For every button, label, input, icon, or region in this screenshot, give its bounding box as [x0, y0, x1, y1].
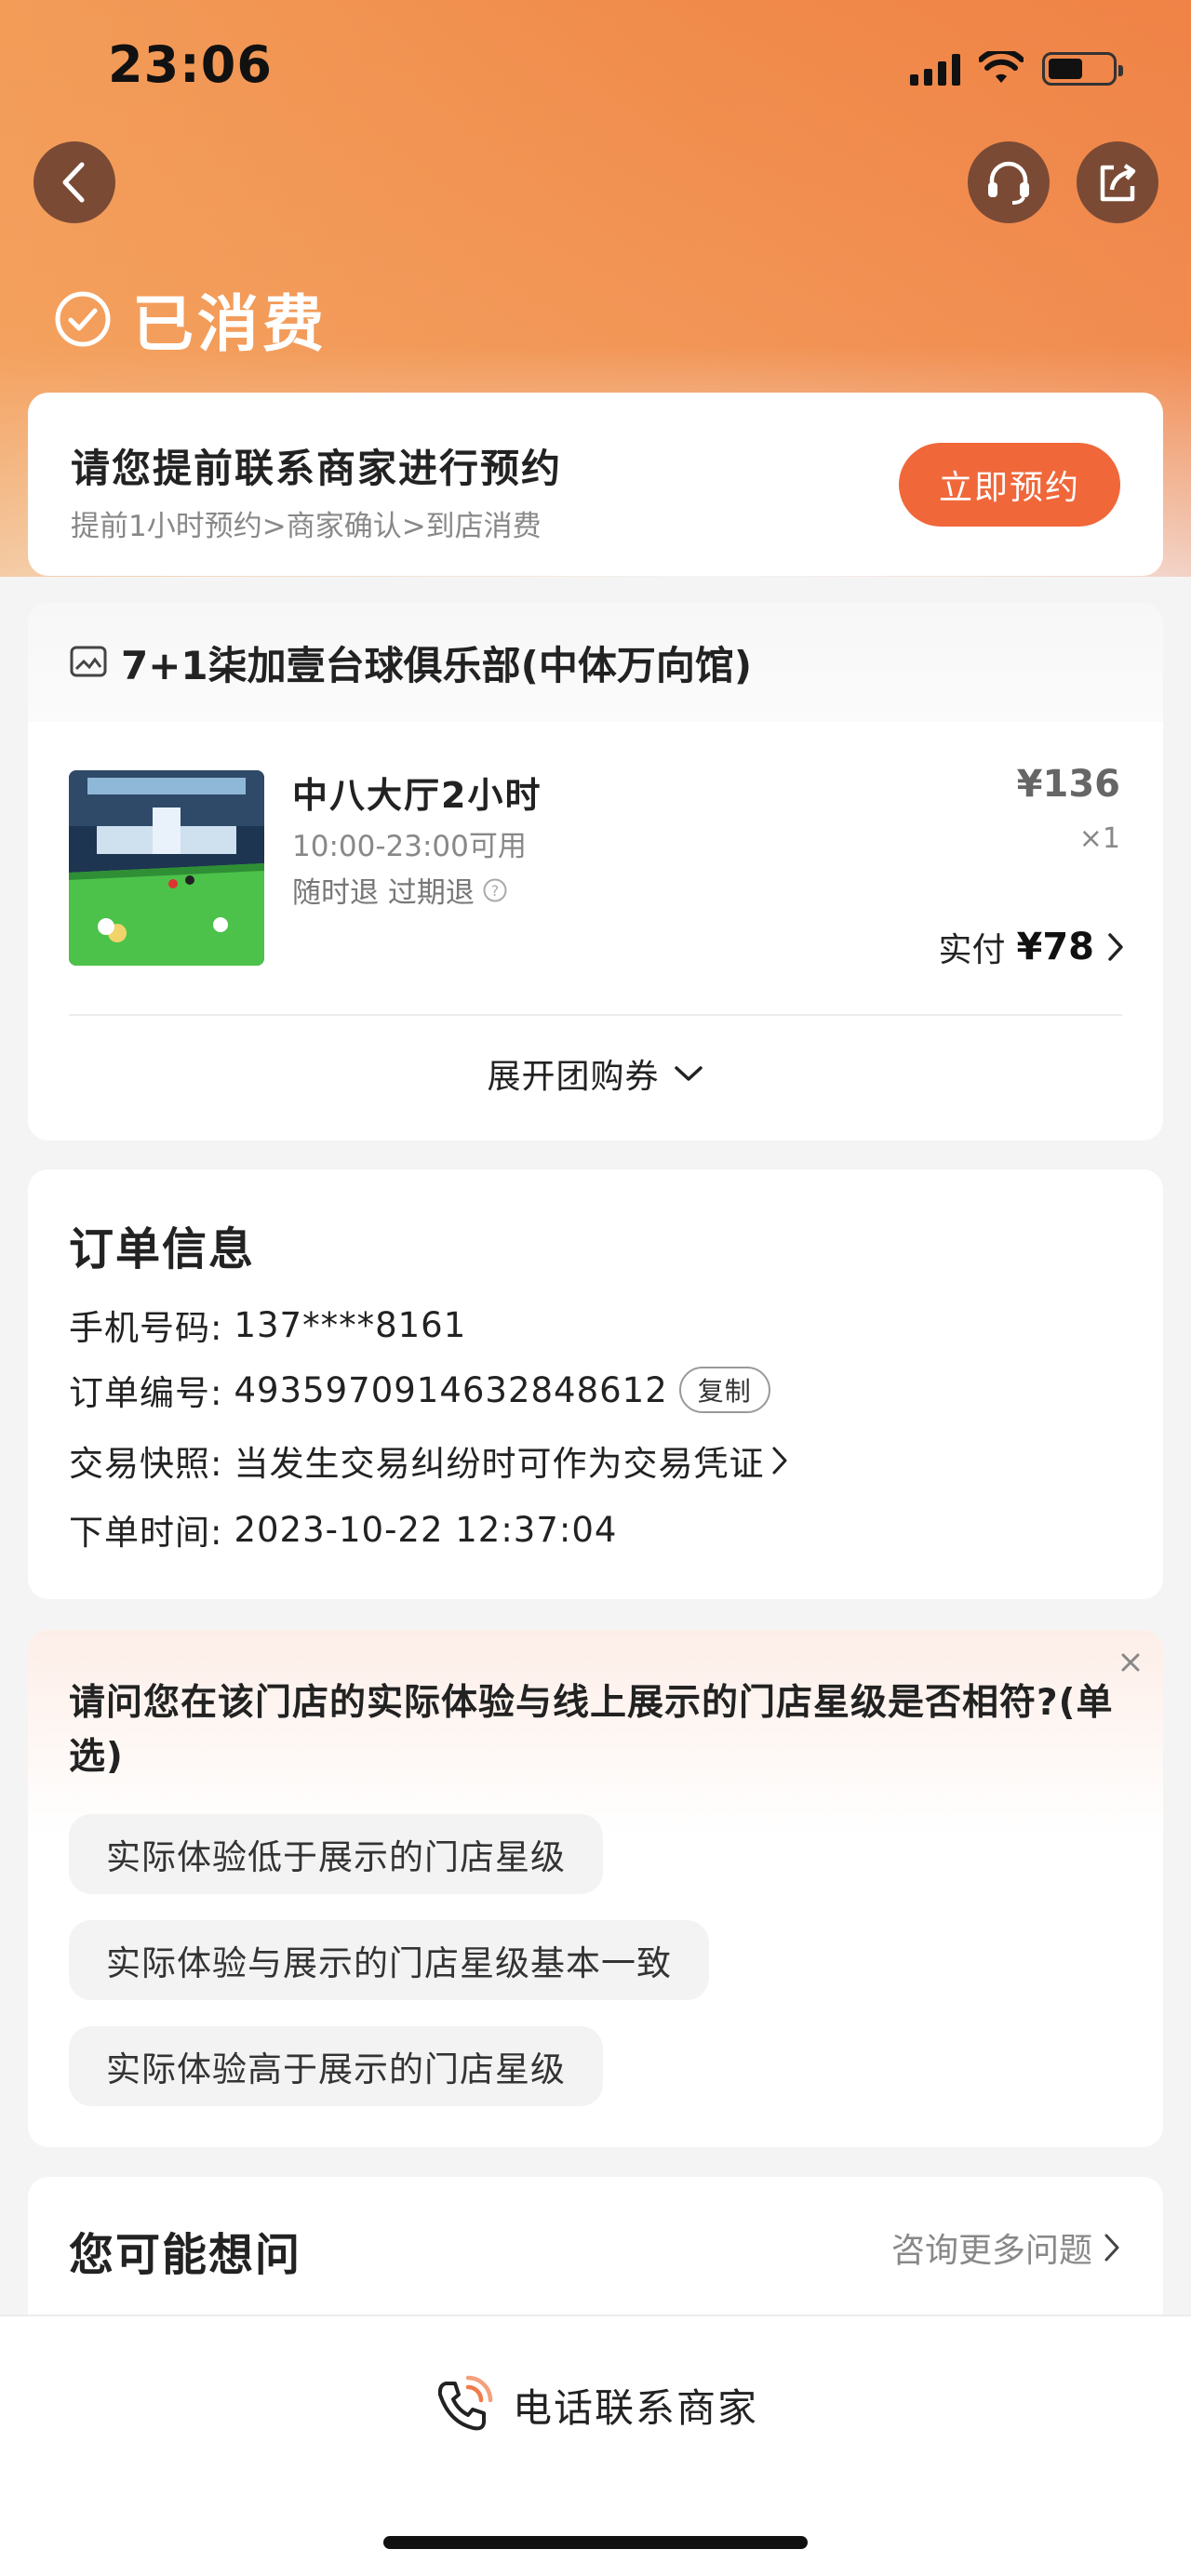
product-name: 中八大厅2小时 — [292, 775, 542, 816]
chevron-right-icon — [1104, 2234, 1119, 2262]
order-status: 已消费 — [54, 274, 328, 364]
order-info-title: 订单信息 — [69, 1223, 256, 1275]
chevron-down-icon — [674, 1066, 703, 1081]
more-questions-link[interactable]: 咨询更多问题 — [891, 2223, 1122, 2272]
divider — [69, 1014, 1122, 1016]
survey-option[interactable]: 实际体验高于展示的门店星级 — [69, 2026, 603, 2106]
call-merchant-label: 电话联系商家 — [512, 2384, 758, 2431]
customer-service-button[interactable] — [968, 141, 1050, 223]
phone-icon — [437, 2375, 493, 2431]
paid-label: 实付 — [938, 931, 1006, 969]
shop-card: 7+1柒加壹台球俱乐部(中体万向馆) 中八大厅2小时 10:00-23:00可用… — [28, 603, 1163, 1141]
shop-header[interactable]: 7+1柒加壹台球俱乐部(中体万向馆) — [28, 603, 1163, 722]
product-quantity: ×1 — [1078, 822, 1120, 855]
close-icon[interactable] — [1115, 1647, 1146, 1678]
billiard-table-image — [69, 770, 264, 966]
order-number-row: 订单编号: 4935970914632848612 复制 — [69, 1365, 770, 1415]
order-time-value: 2023-10-22 12:37:04 — [234, 1509, 618, 1550]
back-button[interactable] — [33, 141, 115, 223]
more-questions-label: 咨询更多问题 — [890, 2232, 1092, 2270]
snapshot-value: 当发生交易纠纷时可作为交易凭证 — [234, 1444, 765, 1484]
refund-text: 随时退 过期退 — [292, 876, 475, 910]
svg-text:?: ? — [491, 882, 500, 900]
product-price: ¥136 — [1016, 763, 1120, 806]
home-indicator — [383, 2536, 808, 2549]
share-button[interactable] — [1077, 141, 1158, 223]
booking-title: 请您提前联系商家进行预约 — [71, 446, 563, 491]
copy-button[interactable]: 复制 — [678, 1367, 770, 1413]
phone-label: 手机号码: — [69, 1308, 223, 1348]
paid-value: ¥78 — [1016, 926, 1095, 968]
chevron-right-icon — [1108, 933, 1123, 961]
signal-icon — [910, 52, 960, 86]
product-image[interactable] — [69, 770, 264, 966]
headset-icon — [988, 161, 1029, 205]
product-hours: 10:00-23:00可用 — [292, 830, 527, 863]
chevron-right-icon — [772, 1447, 787, 1475]
expand-vouchers-button[interactable]: 展开团购券 — [28, 1049, 1163, 1098]
survey-option[interactable]: 实际体验与展示的门店星级基本一致 — [69, 1920, 709, 2000]
survey-question: 请问您在该门店的实际体验与线上展示的门店星级是否相符?(单选) — [69, 1682, 1114, 1778]
status-title: 已消费 — [132, 288, 328, 360]
shop-icon — [70, 646, 107, 677]
call-merchant-button[interactable]: 电话联系商家 — [0, 2374, 1191, 2436]
book-now-button[interactable]: 立即预约 — [899, 443, 1120, 527]
battery-icon — [1042, 52, 1123, 86]
phone-row: 手机号码: 137****8161 — [69, 1300, 466, 1350]
check-circle-icon — [55, 291, 111, 347]
survey-option[interactable]: 实际体验低于展示的门店星级 — [69, 1814, 603, 1894]
status-icons — [910, 48, 1123, 89]
faq-title: 您可能想问 — [69, 2229, 302, 2281]
refund-policy: 随时退 过期退 ? — [292, 869, 508, 911]
wifi-icon — [979, 51, 1024, 83]
help-icon[interactable]: ? — [482, 877, 508, 903]
snapshot-row[interactable]: 交易快照: 当发生交易纠纷时可作为交易凭证 — [69, 1435, 790, 1486]
status-time: 23:06 — [108, 35, 273, 94]
booking-card: 请您提前联系商家进行预约 提前1小时预约>商家确认>到店消费 立即预约 — [28, 393, 1163, 576]
order-time-label: 下单时间: — [69, 1513, 223, 1553]
chevron-left-icon — [62, 162, 85, 203]
order-info-card: 订单信息 手机号码: 137****8161 订单编号: 49359709146… — [28, 1169, 1163, 1599]
phone-value: 137****8161 — [234, 1304, 467, 1345]
order-number-value: 4935970914632848612 — [234, 1369, 668, 1410]
survey-options: 实际体验低于展示的门店星级 实际体验与展示的门店星级基本一致 实际体验高于展示的… — [69, 1814, 709, 2106]
shop-name: 7+1柒加壹台球俱乐部(中体万向馆) — [121, 642, 753, 688]
expand-label: 展开团购券 — [487, 1058, 660, 1096]
paid-amount[interactable]: 实付 ¥78 — [938, 923, 1126, 971]
order-time-row: 下单时间: 2023-10-22 12:37:04 — [69, 1504, 617, 1555]
share-icon — [1100, 164, 1136, 202]
booking-steps: 提前1小时预约>商家确认>到店消费 — [71, 510, 542, 543]
snapshot-label: 交易快照: — [69, 1444, 223, 1484]
survey-card: 请问您在该门店的实际体验与线上展示的门店星级是否相符?(单选) 实际体验低于展示… — [28, 1630, 1163, 2147]
order-number-label: 订单编号: — [69, 1373, 223, 1413]
